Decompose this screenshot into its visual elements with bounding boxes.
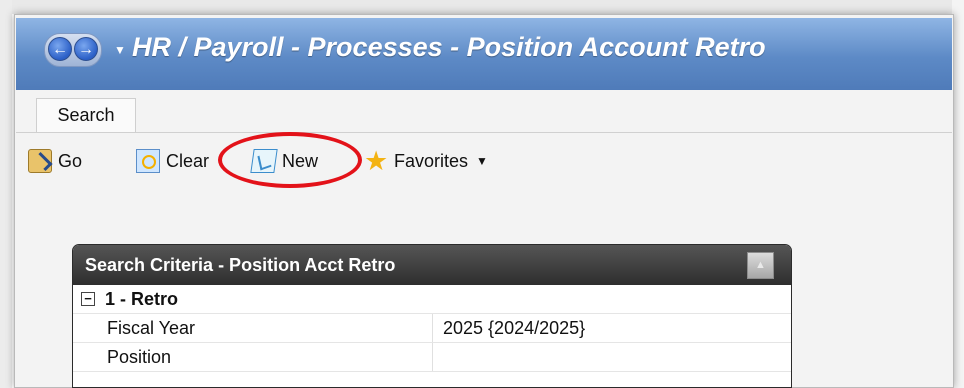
forward-button[interactable]: → (74, 37, 98, 61)
collapse-group-icon[interactable]: − (81, 292, 95, 306)
position-value[interactable] (433, 343, 443, 371)
search-criteria-panel: Search Criteria - Position Acct Retro ▲ … (72, 244, 792, 388)
star-icon: ★ (364, 146, 389, 176)
fiscal-year-value[interactable]: 2025 {2024/2025} (433, 314, 585, 342)
panel-title: Search Criteria - Position Acct Retro (85, 254, 396, 275)
chevron-down-icon: ▼ (476, 154, 488, 168)
property-row-position[interactable]: Position (73, 343, 791, 372)
group-row-retro[interactable]: − 1 - Retro (73, 285, 791, 314)
arrow-right-icon: → (78, 41, 94, 58)
clear-label: Clear (166, 150, 210, 171)
go-button[interactable]: Go (28, 146, 82, 176)
favorites-label: Favorites (394, 150, 469, 171)
toolbar: Go Clear New ★ Favorites ▼ (16, 138, 952, 188)
navigation-buttons: ← → (44, 33, 102, 67)
panel-header: Search Criteria - Position Acct Retro ▲ (73, 245, 791, 285)
background-left (0, 0, 12, 388)
group-label: 1 - Retro (105, 288, 179, 309)
tab-strip: Search (16, 90, 952, 133)
clear-icon (136, 149, 160, 173)
title-bar: ← → ▼ HR / Payroll - Processes - Positio… (16, 18, 952, 91)
collapse-button[interactable]: ▲ (747, 252, 774, 279)
history-dropdown-icon[interactable]: ▼ (114, 43, 126, 57)
favorites-button[interactable]: ★ Favorites ▼ (364, 146, 488, 176)
arrow-left-icon: ← (52, 41, 68, 58)
go-icon (28, 149, 52, 173)
highlight-circle (218, 132, 362, 188)
property-row-fiscal-year[interactable]: Fiscal Year 2025 {2024/2025} (73, 314, 791, 343)
fiscal-year-label: Fiscal Year (73, 314, 433, 342)
clear-button[interactable]: Clear (136, 146, 209, 176)
go-label: Go (58, 150, 83, 171)
window-title: HR / Payroll - Processes - Position Acco… (132, 32, 766, 62)
tab-search[interactable]: Search (36, 98, 136, 132)
background-top (0, 0, 964, 14)
position-label: Position (73, 343, 433, 371)
back-button[interactable]: ← (48, 37, 72, 61)
